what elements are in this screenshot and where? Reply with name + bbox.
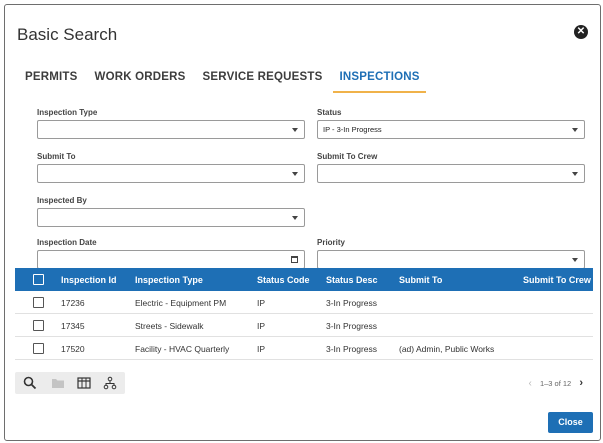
submit-to-crew-select[interactable] <box>317 164 585 183</box>
row-checkbox[interactable] <box>33 343 44 354</box>
priority-label: Priority <box>317 238 346 247</box>
inspected-by-label: Inspected By <box>37 196 87 205</box>
columns-icon[interactable] <box>77 376 91 390</box>
column-submit-to-crew[interactable]: Submit To Crew <box>523 275 591 285</box>
column-submit-to[interactable]: Submit To <box>399 275 442 285</box>
status-value: IP - 3-In Progress <box>323 125 382 134</box>
table-row[interactable]: 17520 Facility - HVAC Quarterly IP 3-In … <box>15 337 593 360</box>
next-page-icon[interactable]: › <box>579 377 583 389</box>
chevron-down-icon <box>292 128 298 132</box>
cell-status-code: IP <box>257 344 266 354</box>
dialog-title: Basic Search <box>17 25 118 44</box>
grid-footer: ‹ 1–3 of 12 › <box>15 368 593 398</box>
cell-status-desc: 3-In Progress <box>326 298 378 308</box>
close-button[interactable]: Close <box>548 412 593 433</box>
inspection-date-label: Inspection Date <box>37 238 97 247</box>
cell-status-code: IP <box>257 321 266 331</box>
submit-to-select[interactable] <box>37 164 305 183</box>
previous-page-icon[interactable]: ‹ <box>529 378 532 389</box>
grid-toolbar <box>15 372 125 394</box>
select-all-checkbox[interactable] <box>33 274 44 285</box>
tab-permits[interactable]: PERMITS <box>19 71 84 93</box>
chevron-down-icon <box>292 216 298 220</box>
cell-inspection-id: 17345 <box>61 321 85 331</box>
cell-inspection-type: Streets - Sidewalk <box>135 321 204 331</box>
search-tabs: PERMITS WORK ORDERS SERVICE REQUESTS INS… <box>19 71 431 93</box>
column-status-code[interactable]: Status Code <box>257 275 310 285</box>
close-icon[interactable]: ✕ <box>574 25 588 39</box>
submit-to-crew-label: Submit To Crew <box>317 152 378 161</box>
cell-inspection-id: 17236 <box>61 298 85 308</box>
row-checkbox[interactable] <box>33 320 44 331</box>
cell-status-desc: 3-In Progress <box>326 321 378 331</box>
grid-header: Inspection Id Inspection Type Status Cod… <box>15 268 593 291</box>
pager-text: 1–3 of 12 <box>539 379 572 388</box>
cell-inspection-id: 17520 <box>61 344 85 354</box>
chevron-down-icon <box>572 258 578 262</box>
chevron-down-icon <box>572 128 578 132</box>
pager: ‹ 1–3 of 12 › <box>529 377 583 389</box>
submit-to-label: Submit To <box>37 152 76 161</box>
chevron-down-icon <box>572 172 578 176</box>
cell-status-desc: 3-In Progress <box>326 344 378 354</box>
tab-inspections[interactable]: INSPECTIONS <box>333 71 426 93</box>
row-checkbox[interactable] <box>33 297 44 308</box>
column-inspection-id[interactable]: Inspection Id <box>61 275 117 285</box>
inspected-by-select[interactable] <box>37 208 305 227</box>
chevron-down-icon <box>292 172 298 176</box>
cell-inspection-type: Electric - Equipment PM <box>135 298 227 308</box>
tab-service-requests[interactable]: SERVICE REQUESTS <box>197 71 329 93</box>
column-inspection-type[interactable]: Inspection Type <box>135 275 203 285</box>
inspection-type-select[interactable] <box>37 120 305 139</box>
priority-select[interactable] <box>317 250 585 269</box>
calendar-icon[interactable] <box>291 256 298 263</box>
table-row[interactable]: 17345 Streets - Sidewalk IP 3-In Progres… <box>15 314 593 337</box>
cell-inspection-type: Facility - HVAC Quarterly <box>135 344 230 354</box>
cell-submit-to: (ad) Admin, Public Works <box>399 344 495 354</box>
cell-status-code: IP <box>257 298 266 308</box>
search-icon[interactable] <box>23 376 37 390</box>
hierarchy-icon[interactable] <box>103 376 117 390</box>
status-label: Status <box>317 108 342 117</box>
table-row[interactable]: 17236 Electric - Equipment PM IP 3-In Pr… <box>15 291 593 314</box>
inspection-date-input[interactable] <box>37 250 305 269</box>
column-status-desc[interactable]: Status Desc <box>326 275 378 285</box>
tab-work-orders[interactable]: WORK ORDERS <box>89 71 192 93</box>
folder-icon[interactable] <box>51 376 65 390</box>
status-select[interactable]: IP - 3-In Progress <box>317 120 585 139</box>
inspection-type-label: Inspection Type <box>37 108 98 117</box>
